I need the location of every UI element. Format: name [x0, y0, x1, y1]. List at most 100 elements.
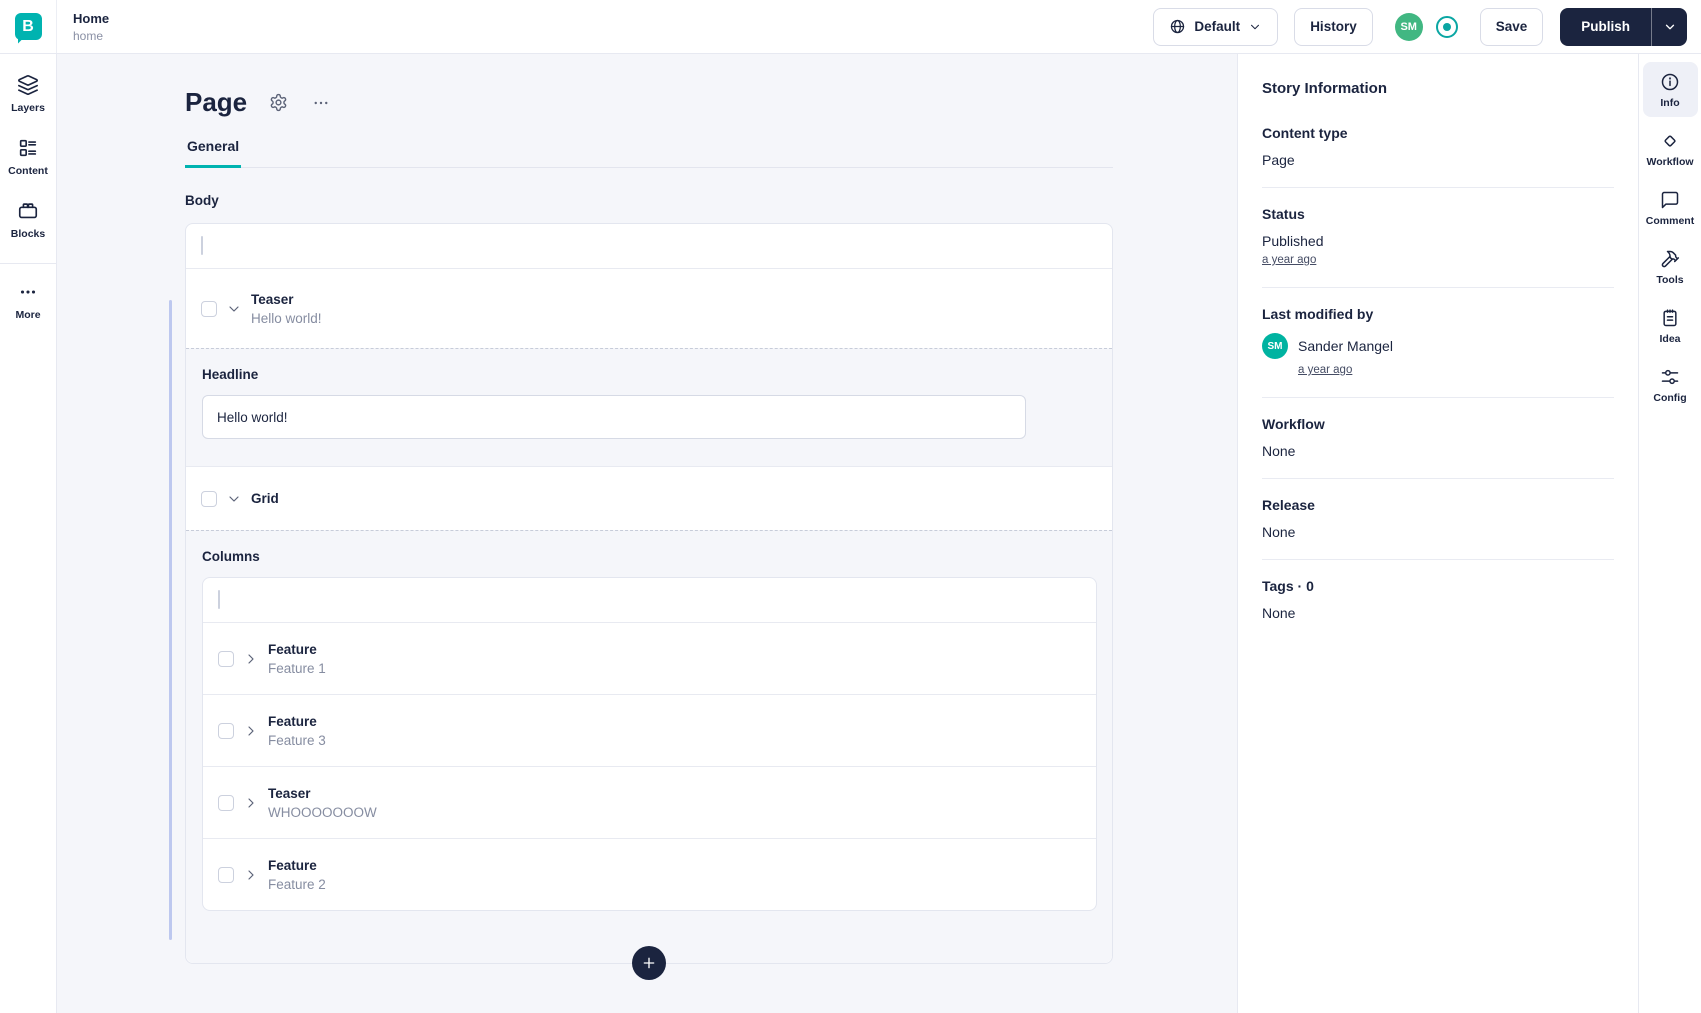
publish-dropdown-button[interactable]	[1651, 7, 1687, 46]
collapse-toggle[interactable]	[226, 491, 242, 507]
row-checkbox[interactable]	[218, 794, 234, 811]
card-header-row	[203, 578, 1096, 622]
row-checkbox[interactable]	[218, 722, 234, 739]
layers-icon	[17, 75, 38, 95]
panel-tab-idea[interactable]: Idea	[1643, 298, 1698, 353]
panel-tab-comment[interactable]: Comment	[1643, 180, 1698, 235]
divider	[1262, 559, 1614, 560]
block-title: Feature	[268, 641, 317, 657]
select-all-checkbox[interactable]	[201, 236, 203, 255]
block-subtitle: Feature 3	[268, 732, 326, 748]
teaser-expanded-section: Headline	[186, 348, 1112, 466]
block-row-feature-3[interactable]: Feature Feature 3	[203, 694, 1096, 766]
right-sidebar: Info Workflow Comment Tools Idea Config	[1638, 54, 1701, 1013]
block-row-text: Feature Feature 3	[268, 700, 326, 762]
row-checkbox[interactable]	[201, 300, 217, 317]
headline-field-label: Headline	[202, 367, 259, 382]
sidebar-label-layers: Layers	[11, 102, 45, 114]
language-selector[interactable]: Default	[1153, 7, 1279, 46]
tab-general[interactable]: General	[185, 138, 242, 168]
modifier-avatar-initials: SM	[1267, 340, 1283, 352]
sidebar-item-layers[interactable]: Layers	[11, 74, 45, 114]
page-title: Page	[185, 87, 248, 117]
panel-tab-label-tools: Tools	[1656, 274, 1684, 286]
row-checkbox[interactable]	[201, 490, 217, 507]
user-avatar[interactable]: SM	[1394, 12, 1423, 41]
sidebar-item-more[interactable]: More	[15, 281, 41, 321]
divider	[1262, 478, 1614, 479]
chevron-right-icon	[248, 797, 254, 808]
panel-tab-info[interactable]: Info	[1642, 62, 1698, 117]
modified-time-link[interactable]: a year ago	[1298, 364, 1352, 376]
publish-button[interactable]: Publish	[1560, 7, 1651, 46]
columns-block-card: Feature Feature 1 Feature Feature 3 Teas…	[202, 577, 1097, 911]
tags-label: Tags · 0	[1262, 578, 1314, 594]
panel-tab-workflow[interactable]: Workflow	[1643, 121, 1698, 176]
blocks-icon	[18, 203, 38, 219]
content-type-value: Page	[1262, 152, 1295, 168]
sidebar-item-content[interactable]: Content	[8, 137, 48, 177]
grid-expanded-section: Columns Feature Feature 1 Feature Featur…	[186, 530, 1112, 963]
block-row-feature-2[interactable]: Feature Feature 2	[203, 838, 1096, 910]
status-time-link[interactable]: a year ago	[1262, 254, 1316, 266]
expand-toggle[interactable]	[243, 723, 259, 739]
chevron-down-icon	[229, 305, 239, 312]
more-options-button[interactable]	[310, 92, 332, 114]
add-block-button[interactable]	[632, 946, 666, 980]
sidebar-divider	[0, 263, 57, 264]
settings-button[interactable]	[267, 91, 290, 114]
history-button[interactable]: History	[1294, 7, 1373, 46]
panel-tab-label-idea: Idea	[1659, 333, 1681, 345]
panel-title: Story Information	[1262, 80, 1388, 97]
logo-letter: B	[22, 17, 34, 35]
content-icon	[19, 139, 37, 157]
body-field-label: Body	[185, 193, 219, 208]
block-subtitle: Feature 2	[268, 876, 326, 892]
save-button[interactable]: Save	[1479, 7, 1544, 46]
sidebar-item-blocks[interactable]: Blocks	[11, 200, 45, 240]
storyblok-logo[interactable]: B	[14, 13, 42, 40]
expand-toggle[interactable]	[243, 795, 259, 811]
block-row-teaser[interactable]: Teaser Hello world!	[186, 268, 1112, 348]
last-modified-label: Last modified by	[1262, 306, 1374, 322]
history-label: History	[1310, 19, 1357, 34]
story-title: Home	[73, 10, 110, 26]
logo-column: B	[0, 0, 57, 53]
block-subtitle: WHOOOOOOOW	[268, 804, 377, 820]
plus-icon	[643, 957, 655, 969]
select-all-checkbox[interactable]	[218, 590, 220, 609]
block-title: Feature	[268, 857, 317, 873]
page-title-row: Page	[185, 87, 1113, 118]
block-row-text: Feature Feature 1	[268, 628, 326, 690]
expand-toggle[interactable]	[243, 867, 259, 883]
story-slug: home	[73, 28, 104, 43]
row-checkbox[interactable]	[218, 650, 234, 667]
modifier-name: Sander Mangel	[1298, 338, 1393, 354]
card-header-row	[186, 224, 1112, 268]
gear-icon	[270, 93, 287, 112]
story-meta: Home home	[73, 11, 109, 43]
panel-tab-label-comment: Comment	[1645, 215, 1695, 227]
row-checkbox[interactable]	[218, 866, 234, 883]
content-type-label: Content type	[1262, 125, 1348, 141]
more-icon	[20, 290, 36, 294]
tags-value: None	[1262, 605, 1296, 621]
block-subtitle: Feature 1	[268, 660, 326, 676]
publish-label: Publish	[1581, 19, 1630, 34]
block-row-feature-1[interactable]: Feature Feature 1	[203, 622, 1096, 694]
release-label: Release	[1262, 497, 1315, 513]
panel-tab-config[interactable]: Config	[1643, 357, 1698, 412]
workflow-label: Workflow	[1262, 416, 1325, 432]
target-icon[interactable]	[1435, 15, 1458, 38]
collapse-toggle[interactable]	[226, 301, 242, 317]
panel-tab-tools[interactable]: Tools	[1643, 239, 1698, 294]
status-label: Status	[1262, 206, 1305, 222]
block-row-teaser-whoow[interactable]: Teaser WHOOOOOOOW	[203, 766, 1096, 838]
expand-toggle[interactable]	[243, 651, 259, 667]
block-subtitle: Hello world!	[251, 310, 322, 326]
headline-input[interactable]	[202, 395, 1026, 439]
modifier-avatar[interactable]: SM	[1262, 333, 1288, 359]
editor-tabs: General	[185, 138, 1113, 168]
left-sidebar: Layers Content Blocks More	[0, 54, 57, 1013]
block-row-grid[interactable]: Grid	[186, 466, 1112, 530]
